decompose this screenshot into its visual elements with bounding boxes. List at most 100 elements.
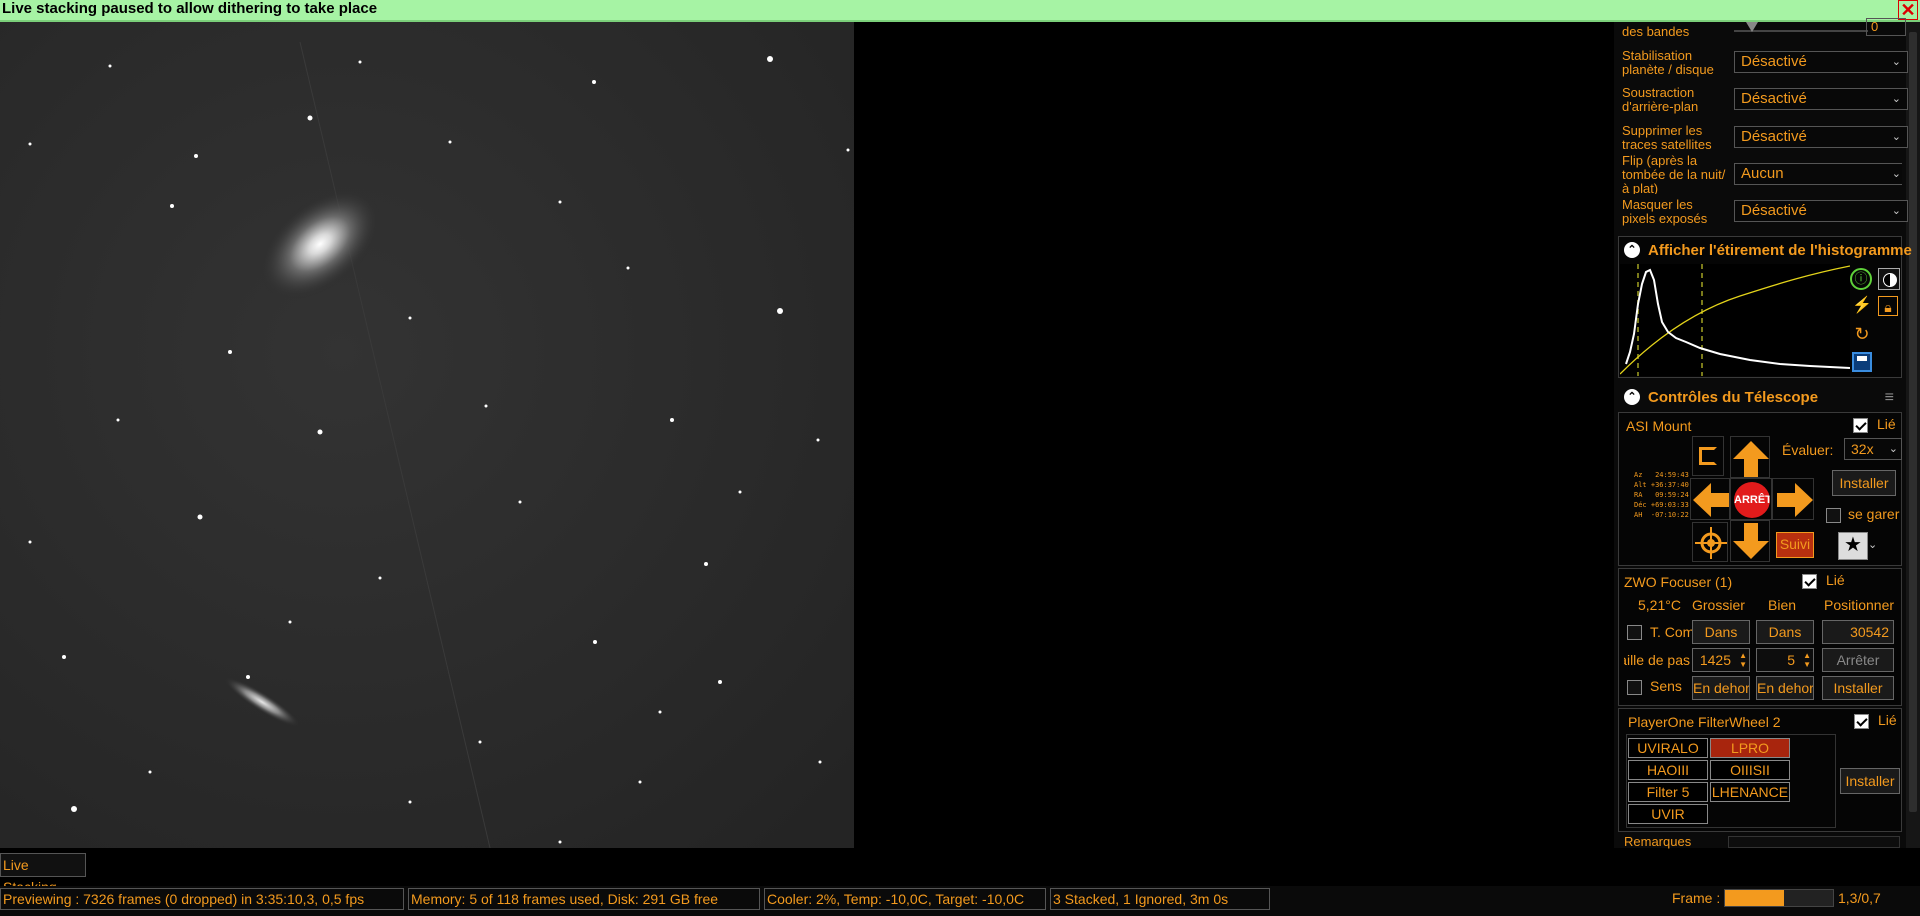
fine-step-input[interactable]: 5 ▲ ▼ bbox=[1756, 648, 1814, 672]
coarse-out-button[interactable]: En dehors bbox=[1692, 676, 1750, 700]
memory-status: Memory: 5 of 118 frames used, Disk: 291 … bbox=[408, 888, 760, 910]
move-west-button[interactable] bbox=[1690, 478, 1730, 520]
background-select[interactable]: Désactivé ⌄ bbox=[1734, 88, 1908, 110]
position-field[interactable]: 30542 bbox=[1822, 620, 1894, 644]
arrow-left-icon bbox=[1693, 483, 1729, 517]
spiral-search-button[interactable] bbox=[1692, 436, 1724, 476]
live-stacking-tab[interactable]: Live Stacking bbox=[0, 853, 86, 895]
arrow-down-icon bbox=[1733, 523, 1769, 559]
star-field-image bbox=[0, 22, 854, 848]
rate-select[interactable]: 32x ⌄ bbox=[1844, 438, 1902, 460]
filter-slot-6[interactable]: LHENANCE bbox=[1710, 782, 1790, 802]
filter-slot-2[interactable]: LPRO bbox=[1710, 738, 1790, 758]
close-icon[interactable]: ✕ bbox=[1898, 0, 1918, 20]
contrast-icon[interactable] bbox=[1878, 268, 1900, 290]
chevron-down-icon: ⌄ bbox=[1891, 131, 1901, 143]
filter-slot-3[interactable]: HAOIII bbox=[1628, 760, 1708, 780]
frame-label: Frame : bbox=[1672, 890, 1721, 906]
preview-status: Previewing : 7326 frames (0 dropped) in … bbox=[0, 888, 404, 910]
tracking-button[interactable]: Suivi bbox=[1776, 532, 1814, 558]
bands-value-box[interactable]: 0 bbox=[1866, 18, 1906, 36]
histogram-plot[interactable] bbox=[1620, 264, 1850, 376]
chevron-down-icon[interactable]: ⌄ bbox=[1868, 538, 1877, 551]
filter-slot-1[interactable]: UVIRALO bbox=[1628, 738, 1708, 758]
move-south-button[interactable] bbox=[1730, 520, 1770, 562]
chevron-down-icon: ⌄ bbox=[1891, 168, 1901, 180]
filter-slot-4[interactable]: OIIISII bbox=[1710, 760, 1790, 780]
focuser-linked-checkbox[interactable] bbox=[1802, 574, 1817, 589]
select-value: Aucun bbox=[1741, 165, 1784, 182]
move-east-button[interactable] bbox=[1772, 478, 1814, 520]
coarse-in-button[interactable]: Dans bbox=[1692, 620, 1750, 644]
status-bar: Previewing : 7326 frames (0 dropped) in … bbox=[0, 886, 1920, 916]
move-north-button[interactable] bbox=[1730, 436, 1770, 478]
setting-row-stabilisation: Stabilisation planète / disque Désactivé… bbox=[1622, 48, 1908, 79]
mount-install-button[interactable]: Installer bbox=[1832, 470, 1896, 496]
mask-select[interactable]: Désactivé ⌄ bbox=[1734, 200, 1908, 222]
panel-scrollbar[interactable] bbox=[1906, 22, 1920, 848]
image-viewer[interactable] bbox=[0, 22, 854, 848]
chevron-down-icon: ⌄ bbox=[1891, 93, 1901, 105]
reverse-label: Sens bbox=[1650, 678, 1682, 694]
setting-row-mask: Masquer les pixels exposés Désactivé ⌄ bbox=[1622, 198, 1908, 228]
step-size-label: Taille de pas bbox=[1624, 652, 1690, 668]
focuser-install-button[interactable]: Installer bbox=[1822, 676, 1894, 700]
save-icon[interactable] bbox=[1852, 352, 1872, 372]
cooler-status: Cooler: 2%, Temp: -10,0C, Target: -10,0C bbox=[764, 888, 1046, 910]
setting-label: des bandes bbox=[1622, 24, 1690, 39]
rate-label: Évaluer: bbox=[1782, 442, 1834, 458]
crosshair-icon bbox=[1695, 527, 1727, 559]
spinner-icon[interactable]: ▲ ▼ bbox=[1739, 651, 1747, 669]
spinner-icon[interactable]: ▲ ▼ bbox=[1803, 651, 1811, 669]
select-value: Désactivé bbox=[1741, 202, 1807, 219]
mount-linked-checkbox[interactable] bbox=[1853, 418, 1868, 433]
frame-progress-fill bbox=[1725, 890, 1785, 906]
filterwheel-linked-checkbox[interactable] bbox=[1854, 714, 1869, 729]
chevron-down-icon: ⌄ bbox=[1891, 205, 1901, 217]
filter-slot-7[interactable]: UVIR bbox=[1628, 804, 1708, 824]
rate-value: 32x bbox=[1851, 441, 1874, 457]
setting-label: Supprimer les traces satellites bbox=[1622, 123, 1712, 152]
park-checkbox[interactable] bbox=[1826, 508, 1841, 523]
satellites-select[interactable]: Désactivé ⌄ bbox=[1734, 126, 1908, 148]
fine-in-button[interactable]: Dans bbox=[1756, 620, 1814, 644]
histogram-header[interactable]: ⌃ Afficher l'étirement de l'histogramme bbox=[1618, 237, 1912, 265]
notification-bar: Live stacking paused to allow dithering … bbox=[0, 0, 1920, 22]
collapse-icon[interactable]: ⌃ bbox=[1624, 389, 1640, 405]
coarse-step-value: 1425 bbox=[1699, 652, 1731, 668]
fine-out-button[interactable]: En dehors bbox=[1756, 676, 1814, 700]
filterwheel-install-button[interactable]: Installer bbox=[1840, 768, 1900, 794]
frame-progress bbox=[1724, 889, 1834, 907]
filter-slot-5[interactable]: Filter 5 bbox=[1628, 782, 1708, 802]
select-value: Désactivé bbox=[1741, 53, 1807, 70]
setting-row-flip: Flip (après la tombée de la nuit/à plat)… bbox=[1622, 154, 1902, 194]
slider-handle[interactable] bbox=[1746, 22, 1758, 32]
reverse-checkbox[interactable] bbox=[1627, 680, 1642, 695]
home-target-button[interactable] bbox=[1692, 522, 1728, 562]
arrow-right-icon bbox=[1777, 483, 1813, 517]
menu-icon[interactable]: ≡ bbox=[1885, 384, 1894, 412]
scrollbar-thumb[interactable] bbox=[1909, 32, 1917, 812]
lightning-icon[interactable]: ⚡ bbox=[1852, 296, 1872, 316]
temp-comp-checkbox[interactable] bbox=[1627, 625, 1642, 640]
reset-icon[interactable]: ↻ bbox=[1852, 324, 1872, 344]
stabilisation-select[interactable]: Désactivé ⌄ bbox=[1734, 51, 1908, 73]
temp-comp-label: T. Comp bbox=[1650, 624, 1692, 640]
setting-label: Stabilisation planète / disque bbox=[1622, 48, 1714, 77]
filterwheel-name: PlayerOne FilterWheel 2 bbox=[1628, 714, 1781, 730]
select-value: Désactivé bbox=[1741, 90, 1807, 107]
notification-text: Live stacking paused to allow dithering … bbox=[2, 0, 378, 17]
telescope-header[interactable]: ⌃ Contrôles du Télescope ≡ bbox=[1618, 384, 1902, 412]
collapse-icon[interactable]: ⌃ bbox=[1624, 242, 1640, 258]
coarse-step-input[interactable]: 1425 ▲ ▼ bbox=[1692, 648, 1750, 672]
lock-icon[interactable]: 🔒︎ bbox=[1878, 296, 1898, 316]
chevron-down-icon: ⌄ bbox=[1891, 56, 1901, 68]
remarks-field[interactable] bbox=[1728, 836, 1900, 848]
histogram-title: Afficher l'étirement de l'histogramme bbox=[1648, 242, 1912, 259]
auto-stretch-icon[interactable]: ⓘ bbox=[1850, 268, 1872, 290]
star-icon[interactable]: ★ bbox=[1838, 532, 1868, 560]
focuser-linked-label: Lié bbox=[1826, 572, 1845, 588]
flip-select[interactable]: Aucun ⌄ bbox=[1734, 163, 1902, 185]
focuser-stop-button[interactable]: Arrêter bbox=[1822, 648, 1894, 672]
stop-mount-button[interactable]: ARRÊTER bbox=[1730, 478, 1772, 520]
